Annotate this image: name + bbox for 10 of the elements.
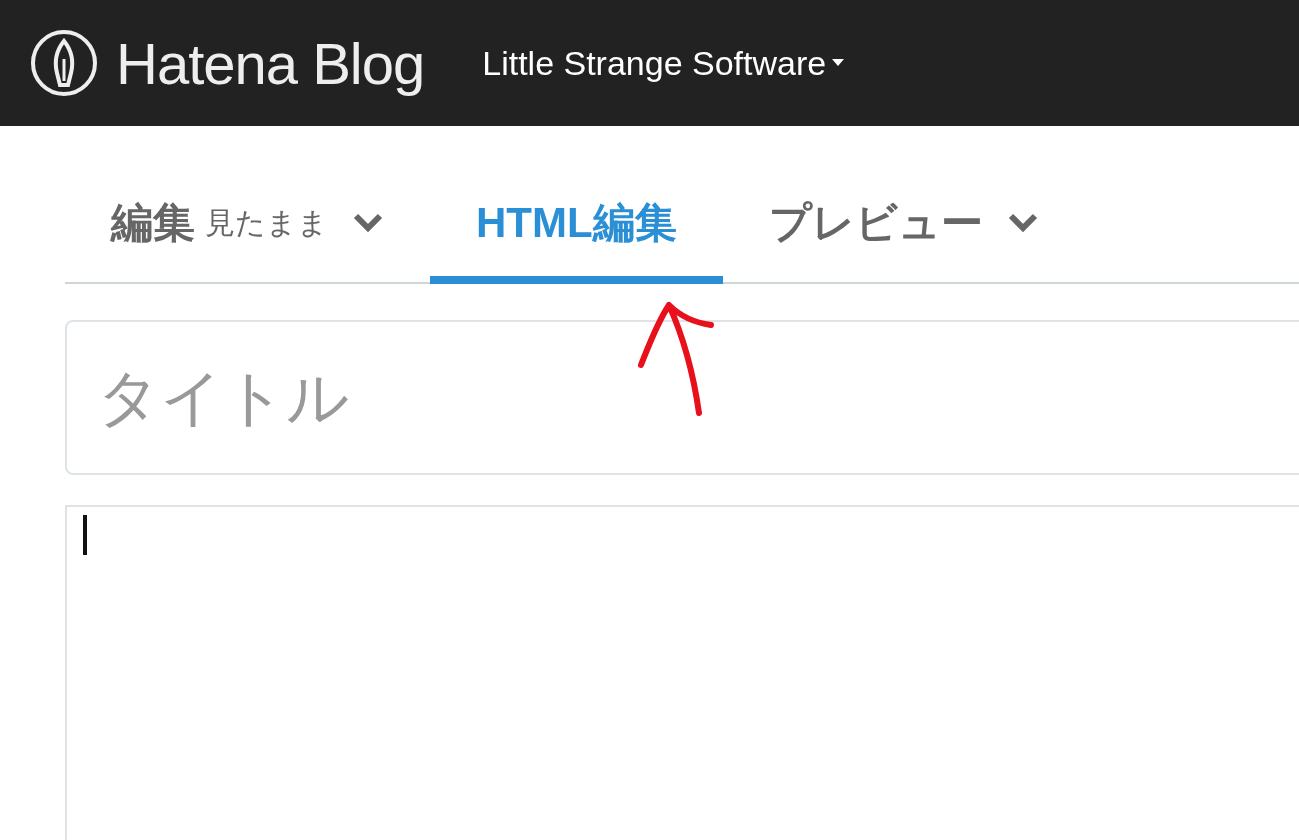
title-field[interactable]: タイトル [65, 320, 1299, 475]
pen-nib-logo-icon [30, 29, 98, 97]
editor-tab[interactable]: HTML編集 [430, 188, 723, 284]
editor-tab[interactable]: 編集 見たまま [65, 188, 430, 284]
text-cursor [83, 515, 87, 555]
caret-down-icon [832, 59, 845, 67]
blog-selector[interactable]: Little Strange Software [482, 43, 845, 83]
editor-tab[interactable]: プレビュー [722, 188, 1085, 284]
logo-text: Hatena Blog [116, 29, 425, 97]
html-editor-area[interactable] [65, 505, 1299, 840]
